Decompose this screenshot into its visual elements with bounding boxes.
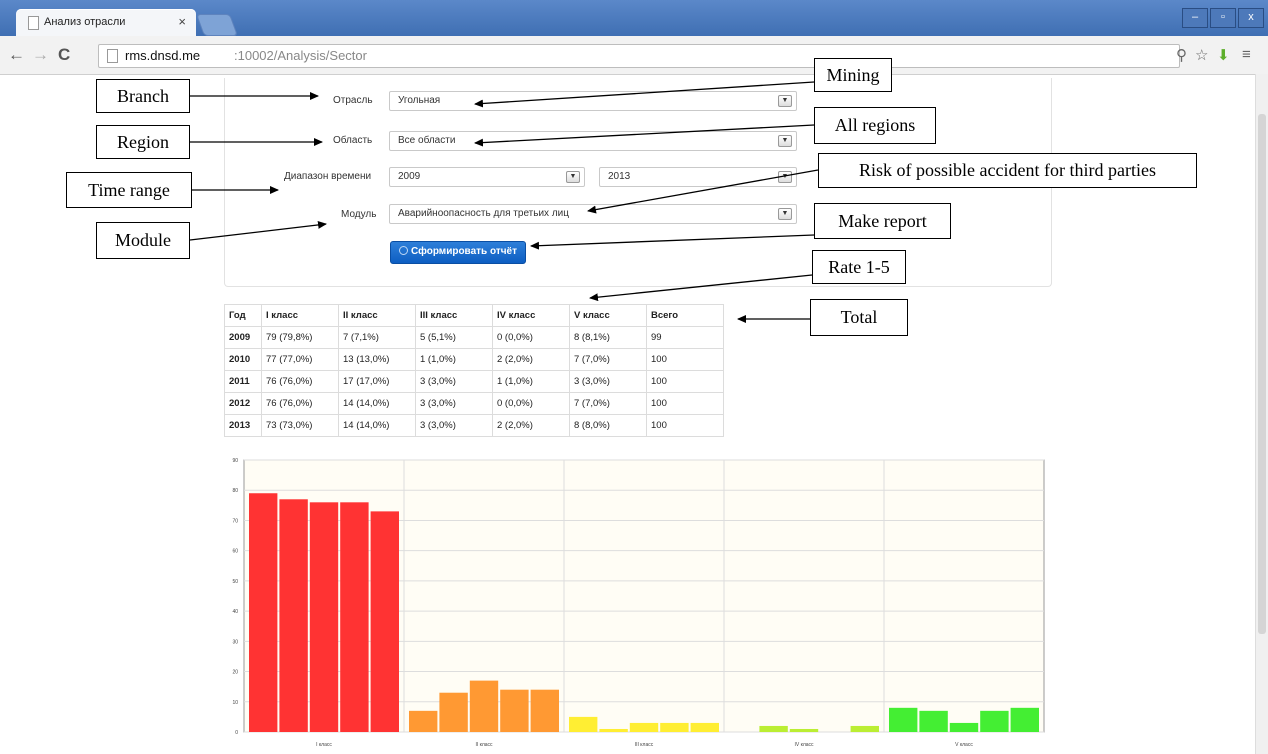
annotation-risk: Risk of possible accident for third part… xyxy=(818,153,1197,188)
arrow-risk xyxy=(587,169,819,214)
arrow-mining xyxy=(474,81,815,108)
annotation-rate: Rate 1-5 xyxy=(812,250,906,284)
annotation-time-range: Time range xyxy=(66,172,192,208)
annotation-region: Region xyxy=(96,125,190,159)
annotation-all-regions: All regions xyxy=(814,107,936,144)
annotation-total: Total xyxy=(810,299,908,336)
annotation-module: Module xyxy=(96,222,190,259)
annotation-make-report: Make report xyxy=(814,203,951,239)
annotation-mining: Mining xyxy=(814,58,892,92)
arrow-all-regions xyxy=(474,124,815,147)
arrow-make-report xyxy=(530,234,815,250)
arrow-module xyxy=(189,220,327,241)
annotation-branch: Branch xyxy=(96,79,190,113)
arrow-rate xyxy=(589,274,813,302)
annotation-arrows xyxy=(172,81,819,323)
